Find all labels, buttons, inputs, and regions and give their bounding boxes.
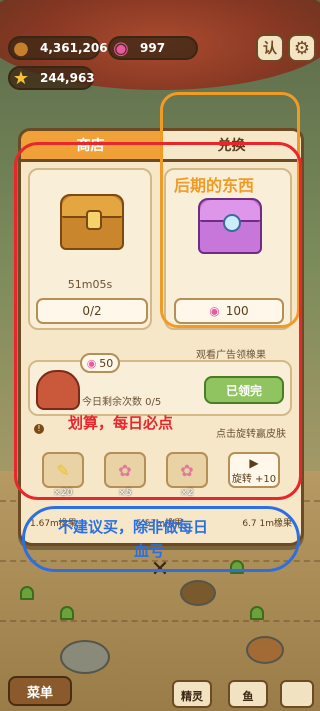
animal-icon [246,636,284,664]
blue-annotation-text: 不建议买，除非做每日 [58,518,209,536]
rock-icon [60,640,110,674]
blue-annotation-text-2: 血亏 [134,542,165,560]
turtle-icon [180,580,216,606]
extra-button[interactable] [280,680,314,708]
star-value: 244,963 [40,71,95,85]
gear-icon[interactable]: ⚙ [288,34,316,62]
acorn-icon: ● [13,37,29,59]
sprite-button[interactable]: 精灵 [172,680,212,708]
coin-value: 4,361,206 [40,41,108,55]
side-button[interactable]: 认 [256,34,284,62]
coin-counter: ● 4,361,206 [8,36,108,60]
red-annotation-box [14,142,302,500]
star-icon: ★ [12,67,30,89]
candy-counter: ◉ 997 [108,36,198,60]
lollipop-icon: ◉ [113,37,129,59]
star-counter: ★ 244,963 [8,66,95,90]
plant-icon [20,586,34,600]
fish-button[interactable]: 鱼 [228,680,268,708]
candy-value: 997 [140,41,166,55]
plant-icon [60,606,74,620]
plant-icon [250,606,264,620]
red-annotation-text: 划算，每日必点 [68,414,174,432]
menu-button[interactable]: 菜单 [8,676,72,706]
